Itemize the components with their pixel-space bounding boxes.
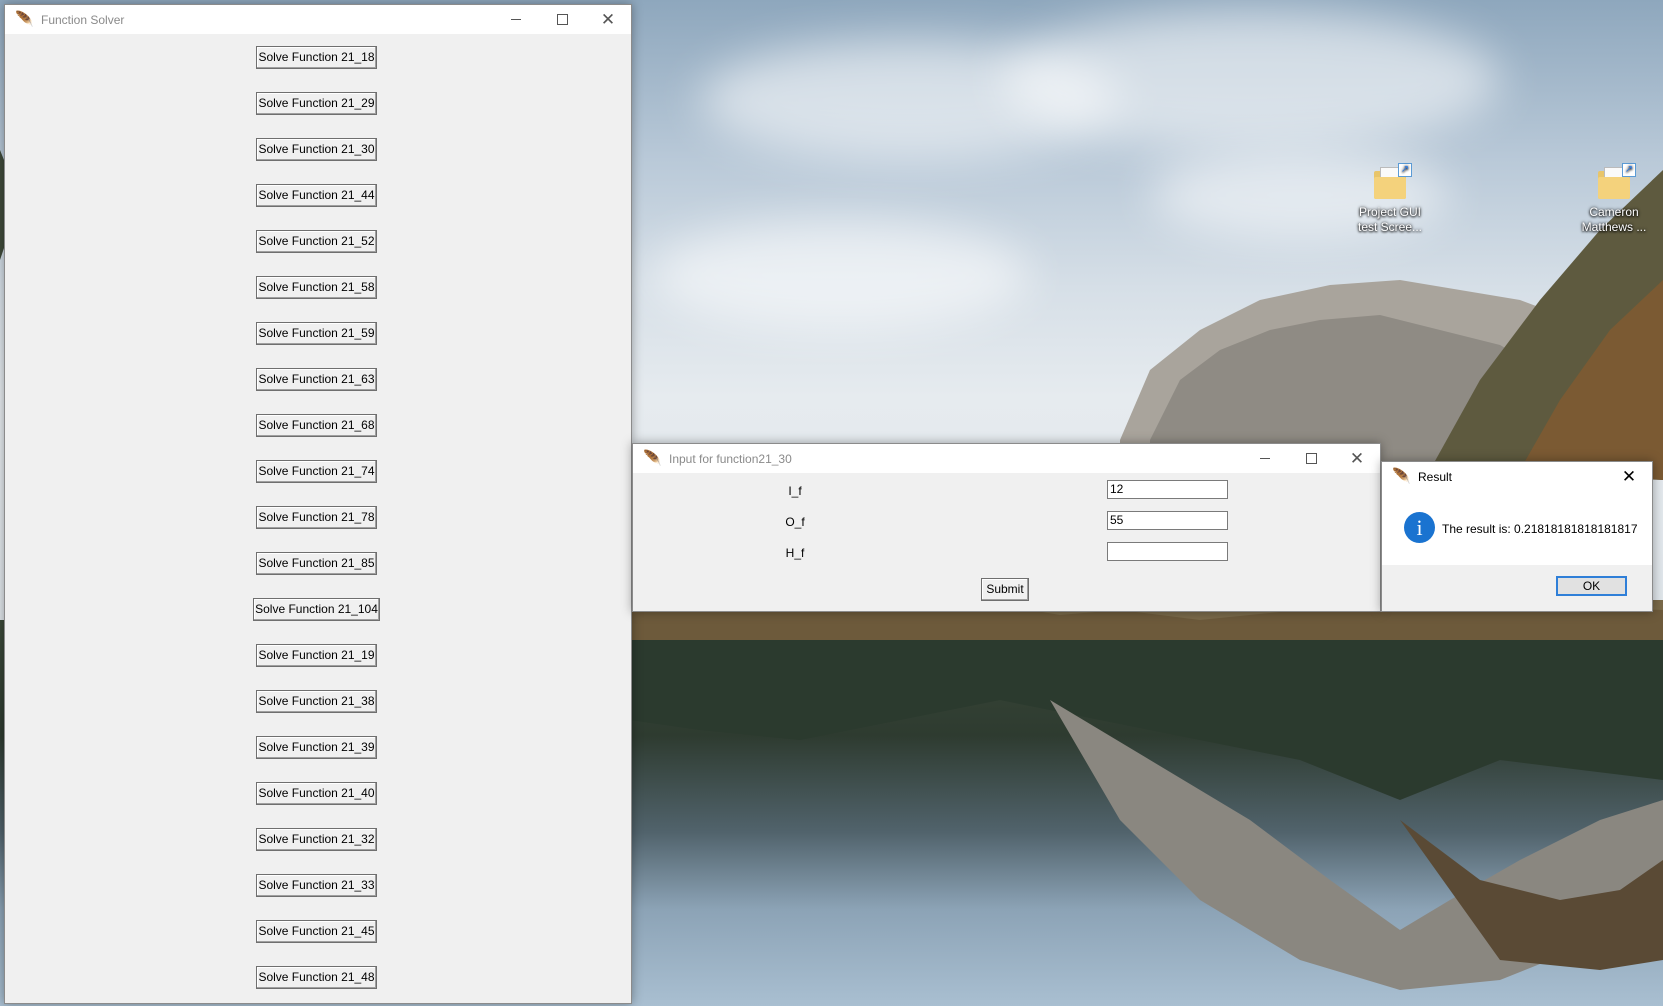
field-label-i-f: I_f — [788, 484, 802, 498]
titlebar[interactable]: 🪶 Function Solver ✕ — [5, 5, 631, 34]
dialog-title: Result — [1418, 469, 1453, 484]
solve-function-button[interactable]: Solve Function 21_32 — [256, 828, 377, 851]
folder-icon: ↗ — [1372, 163, 1412, 201]
result-dialog: 🪶 Result ✕ i The result is: 0.2181818181… — [1381, 461, 1653, 612]
function-solver-window: 🪶 Function Solver ✕ Solve Function 21_18… — [4, 4, 632, 1004]
minimize-button[interactable] — [493, 5, 539, 34]
desktop-icon-cameron-matthews[interactable]: ↗ Cameron Matthews ... — [1574, 163, 1654, 235]
maximize-icon — [556, 14, 568, 25]
maximize-button[interactable] — [1288, 444, 1334, 473]
solve-function-button[interactable]: Solve Function 21_74 — [256, 460, 377, 483]
solve-function-button[interactable]: Solve Function 21_39 — [256, 736, 377, 759]
solve-function-button[interactable]: Solve Function 21_19 — [256, 644, 377, 667]
maximize-button[interactable] — [539, 5, 585, 34]
desktop-icon-label: Project GUI test Scree... — [1357, 205, 1423, 234]
close-icon: ✕ — [600, 10, 616, 29]
input-window: 🪶 Input for function21_30 ✕ I_f O_f H_f … — [632, 443, 1381, 612]
solve-function-button[interactable]: Solve Function 21_78 — [256, 506, 377, 529]
minimize-icon — [1260, 458, 1270, 459]
solve-function-button[interactable]: Solve Function 21_63 — [256, 368, 377, 391]
solve-function-button[interactable]: Solve Function 21_29 — [256, 92, 377, 115]
minimize-button[interactable] — [1242, 444, 1288, 473]
close-button[interactable]: ✕ — [585, 5, 631, 34]
close-button[interactable]: ✕ — [1606, 462, 1652, 491]
h-f-input[interactable] — [1107, 542, 1228, 561]
field-label-h-f: H_f — [785, 546, 805, 560]
close-icon: ✕ — [1621, 467, 1637, 486]
i-f-input[interactable] — [1107, 480, 1228, 499]
feather-icon: 🪶 — [15, 10, 34, 28]
solve-function-button[interactable]: Solve Function 21_45 — [256, 920, 377, 943]
titlebar[interactable]: 🪶 Input for function21_30 ✕ — [633, 444, 1380, 473]
solve-function-button[interactable]: Solve Function 21_38 — [256, 690, 377, 713]
solve-function-button[interactable]: Solve Function 21_48 — [256, 966, 377, 989]
solve-function-button[interactable]: Solve Function 21_52 — [256, 230, 377, 253]
solve-function-button[interactable]: Solve Function 21_33 — [256, 874, 377, 897]
ok-button[interactable]: OK — [1556, 576, 1627, 596]
minimize-icon — [511, 19, 521, 20]
o-f-input[interactable] — [1107, 511, 1228, 530]
solve-function-button[interactable]: Solve Function 21_85 — [256, 552, 377, 575]
solve-function-button[interactable]: Solve Function 21_44 — [256, 184, 377, 207]
maximize-icon — [1305, 453, 1317, 464]
solve-function-button[interactable]: Solve Function 21_59 — [256, 322, 377, 345]
submit-button[interactable]: Submit — [981, 578, 1029, 601]
solve-function-button[interactable]: Solve Function 21_40 — [256, 782, 377, 805]
feather-icon: 🪶 — [643, 449, 662, 467]
solve-function-button[interactable]: Solve Function 21_18 — [256, 46, 377, 69]
dialog-message-area: i The result is: 0.21818181818181817 — [1382, 491, 1652, 565]
solve-function-button[interactable]: Solve Function 21_58 — [256, 276, 377, 299]
close-icon: ✕ — [1349, 449, 1365, 468]
window-title: Input for function21_30 — [669, 451, 792, 466]
titlebar[interactable]: 🪶 Result ✕ — [1382, 462, 1652, 491]
info-icon: i — [1404, 512, 1435, 543]
feather-icon: 🪶 — [1392, 467, 1411, 485]
close-button[interactable]: ✕ — [1334, 444, 1380, 473]
solve-function-button[interactable]: Solve Function 21_30 — [256, 138, 377, 161]
folder-icon: ↗ — [1596, 163, 1636, 201]
solve-function-button[interactable]: Solve Function 21_68 — [256, 414, 377, 437]
desktop-icon-project-gui[interactable]: ↗ Project GUI test Scree... — [1350, 163, 1430, 235]
field-label-o-f: O_f — [785, 515, 805, 529]
result-message: The result is: 0.21818181818181817 — [1442, 522, 1638, 536]
window-title: Function Solver — [41, 12, 125, 27]
desktop-icon-label: Cameron Matthews ... — [1581, 205, 1647, 234]
solve-function-button[interactable]: Solve Function 21_104 — [253, 598, 380, 621]
